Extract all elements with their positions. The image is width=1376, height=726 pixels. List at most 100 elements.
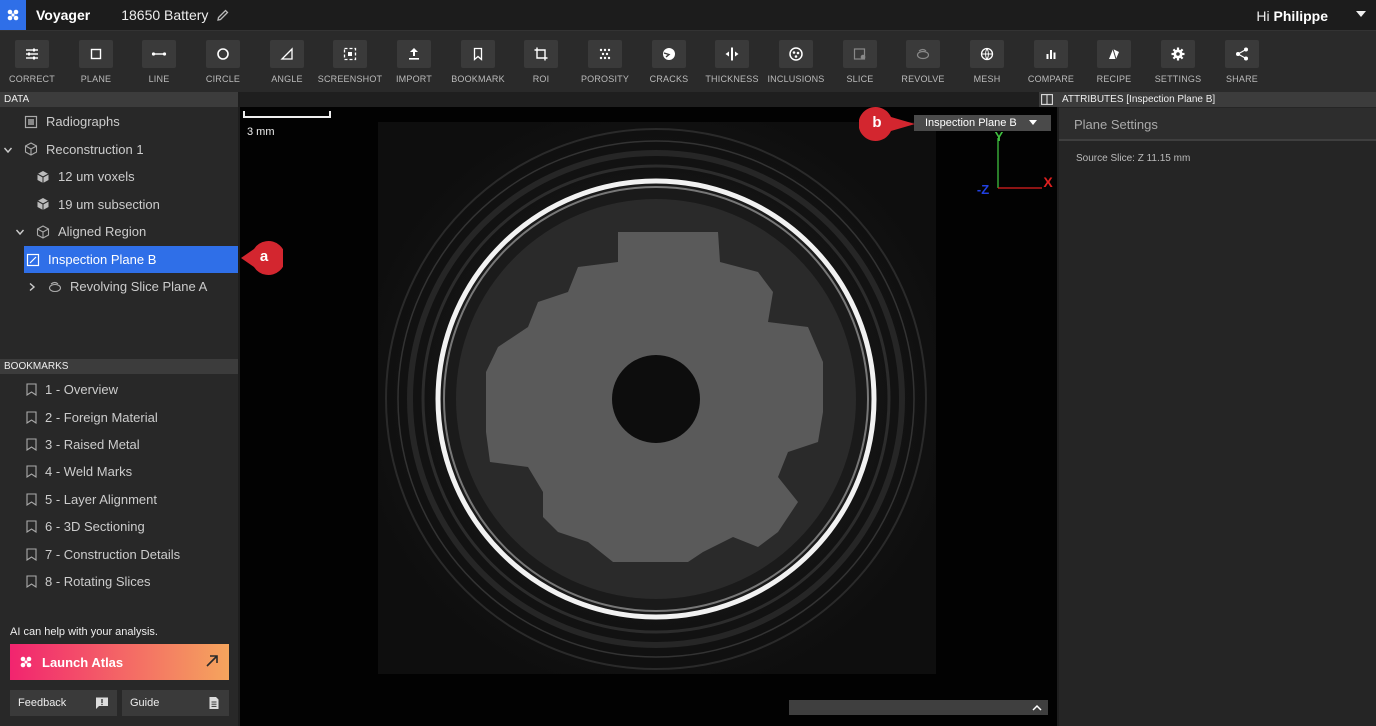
- tool-label: SLICE: [846, 74, 874, 84]
- bookmark-label: 7 - Construction Details: [45, 546, 181, 562]
- correct-tool[interactable]: CORRECT: [0, 40, 64, 84]
- screenshot-icon: [333, 40, 367, 68]
- inclusions-tool[interactable]: INCLUSIONS: [764, 40, 828, 84]
- bookmark-item[interactable]: 6 - 3D Sectioning: [0, 513, 238, 540]
- bookmark-item[interactable]: 4 - Weld Marks: [0, 458, 238, 485]
- tool-label: INCLUSIONS: [767, 74, 825, 84]
- app-name: Voyager: [36, 7, 91, 23]
- tool-label: POROSITY: [580, 74, 630, 84]
- tool-label: BOOKMARK: [451, 74, 505, 84]
- bookmarks-section-header: BOOKMARKS: [0, 359, 238, 374]
- bookmark-item[interactable]: 7 - Construction Details: [0, 540, 238, 567]
- tool-label: CIRCLE: [205, 74, 241, 84]
- tool-label: ANGLE: [271, 74, 303, 84]
- tree-item-19um-subsection[interactable]: 19 um subsection: [0, 191, 238, 219]
- ct-slice-image[interactable]: [378, 122, 936, 674]
- scale-bar-label: 3 mm: [247, 126, 275, 138]
- mesh-tool[interactable]: MESH: [955, 40, 1019, 84]
- settings-tool[interactable]: SETTINGS: [1146, 40, 1210, 84]
- tool-label: PLANE: [80, 74, 112, 84]
- launch-atlas-button[interactable]: Launch Atlas: [10, 644, 229, 680]
- cracks-tool[interactable]: CRACKS: [637, 40, 701, 84]
- guide-button[interactable]: Guide: [122, 690, 229, 716]
- bookmark-item[interactable]: 5 - Layer Alignment: [0, 486, 238, 513]
- tree-item-label: Aligned Region: [58, 224, 147, 240]
- porosity-tool[interactable]: POROSITY: [573, 40, 637, 84]
- tree-item-label: Inspection Plane B: [48, 251, 157, 267]
- ai-prompt-text: AI can help with your analysis.: [10, 626, 158, 638]
- bookmark-item[interactable]: 8 - Rotating Slices: [0, 568, 238, 595]
- atlas-logo-icon: [20, 656, 32, 668]
- plane-tool[interactable]: PLANE: [64, 40, 128, 84]
- bookmark-icon: [461, 40, 495, 68]
- tool-label: SHARE: [1225, 74, 1258, 84]
- attributes-header: ATTRIBUTES [Inspection Plane B]: [1039, 92, 1376, 107]
- circle-tool[interactable]: CIRCLE: [191, 40, 255, 84]
- edit-pencil-icon[interactable]: [216, 8, 230, 22]
- launch-atlas-label: Launch Atlas: [42, 654, 124, 670]
- document-icon: [209, 697, 219, 709]
- chevron-down-icon[interactable]: [3, 145, 13, 155]
- revolve-icon: [48, 281, 62, 292]
- tree-item-aligned-region[interactable]: Aligned Region: [0, 218, 238, 246]
- bookmark-item[interactable]: 2 - Foreign Material: [0, 403, 238, 430]
- bookmark-tool[interactable]: BOOKMARK: [446, 40, 510, 84]
- tool-label: RECIPE: [1096, 74, 1132, 84]
- recipe-tool[interactable]: RECIPE: [1082, 40, 1146, 84]
- plane-selector-value: Inspection Plane B: [925, 117, 1017, 129]
- annotation-marker-a-label: a: [259, 248, 269, 265]
- bookmark-icon: [26, 465, 37, 479]
- plane-settings-tab[interactable]: Plane Settings: [1059, 108, 1376, 141]
- import-tool[interactable]: IMPORT: [382, 40, 446, 84]
- compare-tool[interactable]: COMPARE: [1019, 40, 1083, 84]
- tree-item-radiographs[interactable]: Radiographs: [0, 108, 238, 136]
- bookmark-label: 8 - Rotating Slices: [45, 573, 151, 589]
- user-menu-caret-icon[interactable]: [1356, 11, 1366, 17]
- revolve-tool[interactable]: REVOLVE: [891, 40, 955, 84]
- plane-selector-dropdown[interactable]: Inspection Plane B: [914, 115, 1051, 131]
- greeting-prefix: Hi: [1256, 8, 1270, 24]
- screenshot-tool[interactable]: SCREENSHOT: [318, 40, 382, 84]
- bookmark-item[interactable]: 1 - Overview: [0, 376, 238, 403]
- bookmark-label: 6 - 3D Sectioning: [45, 519, 145, 535]
- line-icon: [142, 40, 176, 68]
- tree-item-label: Reconstruction 1: [46, 141, 144, 157]
- annotation-marker-b-label: b: [872, 114, 882, 131]
- user-greeting[interactable]: Hi Philippe: [1256, 8, 1328, 24]
- logo-icon: [7, 9, 19, 21]
- square-icon: [79, 40, 113, 68]
- bookmark-label: 1 - Overview: [45, 382, 118, 398]
- cube-icon: [24, 142, 38, 156]
- slice-tool[interactable]: SLICE: [828, 40, 892, 84]
- bookmark-label: 3 - Raised Metal: [45, 436, 140, 452]
- chevron-up-icon: [1032, 704, 1042, 711]
- document-name[interactable]: 18650 Battery: [121, 7, 208, 23]
- tree-item-reconstruction-1[interactable]: Reconstruction 1: [0, 136, 238, 164]
- bookmark-label: 2 - Foreign Material: [45, 409, 158, 425]
- ct-viewport[interactable]: 3 mm Inspection Plane B Y X -Z: [240, 92, 1057, 726]
- tool-label: LINE: [148, 74, 170, 84]
- chevron-down-icon[interactable]: [15, 227, 25, 237]
- viewport-bottom-panel-toggle[interactable]: [789, 700, 1048, 715]
- crop-icon: [524, 40, 558, 68]
- bookmark-label: 4 - Weld Marks: [45, 464, 133, 480]
- user-name: Philippe: [1273, 8, 1328, 24]
- thickness-tool[interactable]: THICKNESS: [700, 40, 764, 84]
- tree-item-12um-voxels[interactable]: 12 um voxels: [0, 163, 238, 191]
- chevron-right-icon[interactable]: [27, 282, 37, 292]
- mesh-icon: [970, 40, 1004, 68]
- feedback-button[interactable]: Feedback: [10, 690, 117, 716]
- angle-tool[interactable]: ANGLE: [255, 40, 319, 84]
- tool-label: SETTINGS: [1154, 74, 1202, 84]
- bookmark-label: 5 - Layer Alignment: [45, 491, 158, 507]
- tree-item-revolving-slice-plane-a[interactable]: Revolving Slice Plane A: [0, 273, 238, 301]
- bookmark-item[interactable]: 3 - Raised Metal: [0, 431, 238, 458]
- tree-item-inspection-plane-b[interactable]: Inspection Plane B: [24, 245, 238, 273]
- roi-tool[interactable]: ROI: [509, 40, 573, 84]
- panel-toggle-icon[interactable]: [1041, 94, 1053, 105]
- tree-item-label: Radiographs: [46, 114, 120, 130]
- line-tool[interactable]: LINE: [127, 40, 191, 84]
- tool-label: THICKNESS: [705, 74, 759, 84]
- share-tool[interactable]: SHARE: [1210, 40, 1274, 84]
- voyager-logo[interactable]: [0, 0, 26, 30]
